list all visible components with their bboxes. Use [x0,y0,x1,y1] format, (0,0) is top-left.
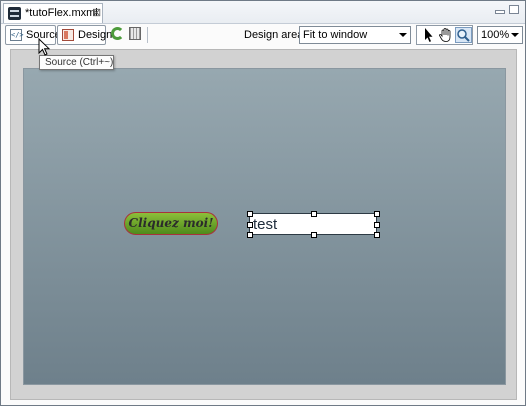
design-area-value: Fit to window [303,29,368,41]
design-button-label: Design [78,29,113,41]
design-area-label: Design area: [244,29,307,41]
refresh-icon[interactable] [111,27,124,40]
editor-window: *tutoFlex.mxml ⊠ </> Source Design Desig… [0,0,526,406]
zoom-value: 100% [481,29,510,41]
grid-icon[interactable] [129,27,141,40]
maximize-icon[interactable] [509,5,519,14]
mxml-file-icon [8,7,21,20]
resize-handle[interactable] [374,211,380,217]
source-code-icon: </> [10,29,24,41]
mouse-cursor-icon [38,38,51,56]
chevron-down-icon [511,33,519,37]
resize-handle[interactable] [374,232,380,238]
close-tab-icon[interactable]: ⊠ [92,6,101,19]
resize-handle[interactable] [247,222,253,228]
cliquez-moi-button[interactable]: Cliquez moi! [124,212,218,235]
text-input-value: test [253,216,278,233]
tab-title: *tutoFlex.mxml [25,7,98,19]
resize-handle[interactable] [311,232,317,238]
pointer-icon[interactable] [419,27,436,43]
magnifier-icon [457,29,470,42]
resize-handle[interactable] [247,232,253,238]
zoom-tool-button[interactable] [455,27,472,43]
design-view-icon [62,29,74,41]
minimize-icon[interactable] [495,10,505,14]
resize-handle[interactable] [247,211,253,217]
resize-handle[interactable] [311,211,317,217]
editor-tab-bar: *tutoFlex.mxml ⊠ [1,1,525,24]
chevron-down-icon [399,33,407,37]
hand-icon[interactable] [437,27,454,43]
zoom-select[interactable]: 100% [477,26,523,44]
design-area-select[interactable]: Fit to window [299,26,411,44]
canvas-tool-group [416,25,473,45]
resize-handle[interactable] [374,222,380,228]
design-button[interactable]: Design [57,25,112,45]
toolbar-separator [147,27,148,43]
editor-tab[interactable]: *tutoFlex.mxml ⊠ [3,3,103,23]
